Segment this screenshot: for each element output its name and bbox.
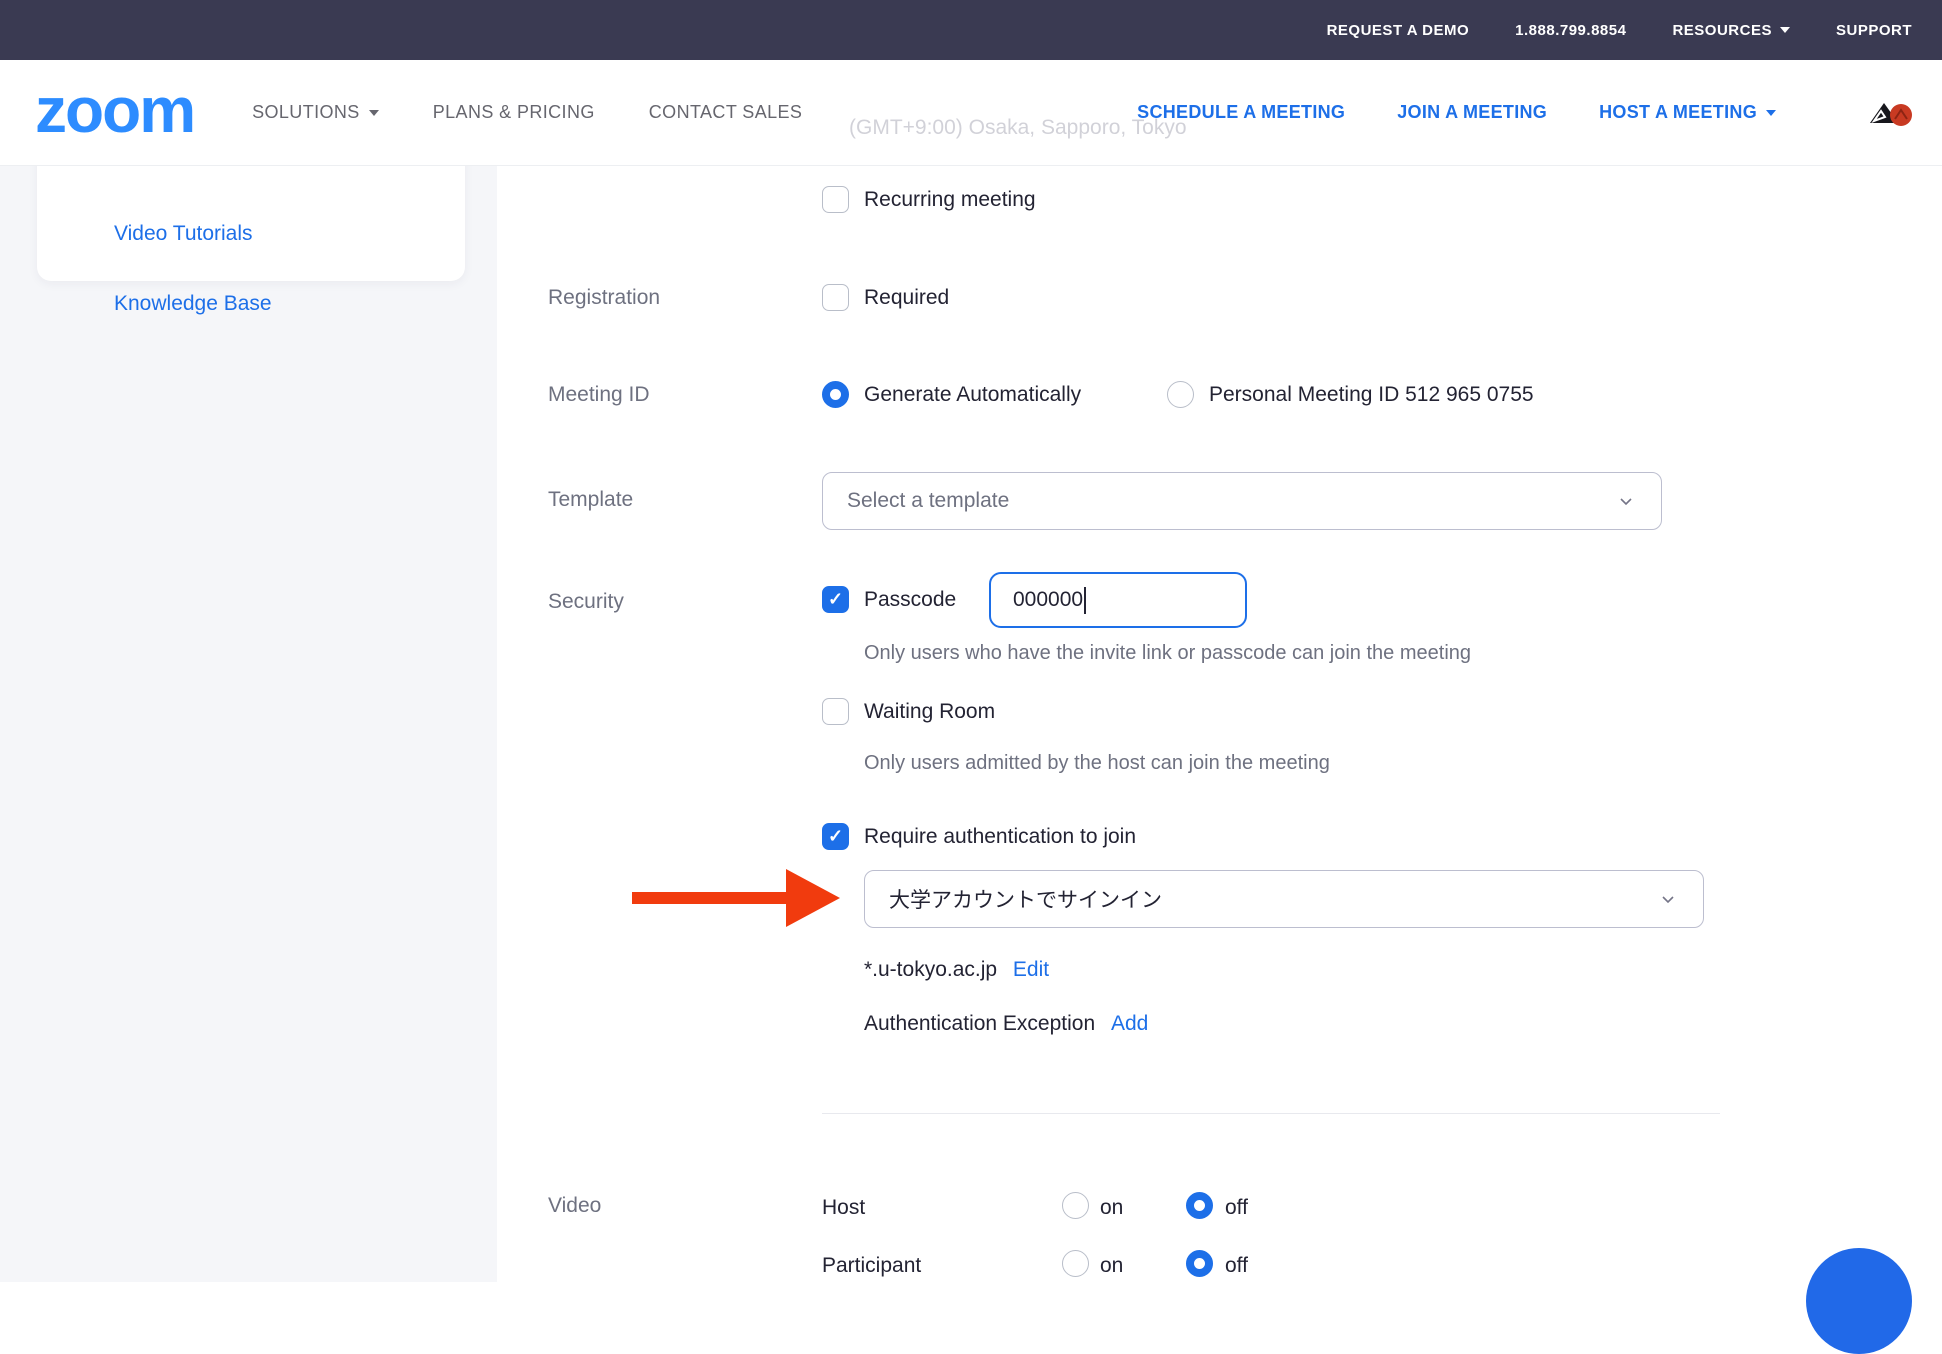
red-arrow-annotation: [628, 866, 842, 930]
security-label: Security: [548, 590, 624, 614]
waiting-room-help-text: Only users admitted by the host can join…: [864, 752, 1330, 775]
chevron-down-icon: [1615, 490, 1637, 512]
host-a-meeting-label: HOST A MEETING: [1599, 102, 1757, 123]
host-video-on-radio[interactable]: [1062, 1192, 1089, 1219]
video-host-label: Host: [822, 1196, 865, 1220]
generate-automatically-radio[interactable]: [822, 381, 849, 408]
participant-video-off-label: off: [1225, 1254, 1248, 1278]
recurring-meeting-label: Recurring meeting: [864, 188, 1036, 212]
text-cursor: [1084, 587, 1086, 614]
authentication-exception-row: Authentication Exception Add: [864, 1012, 1148, 1036]
solutions-label: SOLUTIONS: [252, 102, 360, 123]
waiting-room-checkbox[interactable]: [822, 698, 849, 725]
personal-meeting-id-label: Personal Meeting ID 512 965 0755: [1209, 383, 1534, 407]
sidebar-item-video-tutorials[interactable]: Video Tutorials: [114, 222, 253, 246]
auth-domain-row: *.u-tokyo.ac.jp Edit: [864, 958, 1049, 982]
recurring-meeting-checkbox[interactable]: [822, 186, 849, 213]
nav-actions: SCHEDULE A MEETING JOIN A MEETING HOST A…: [1137, 93, 1914, 133]
template-label: Template: [548, 488, 633, 512]
phone-number[interactable]: 1.888.799.8854: [1515, 22, 1626, 39]
auth-domain-value: *.u-tokyo.ac.jp: [864, 958, 997, 981]
user-avatar[interactable]: [1868, 93, 1914, 133]
join-a-meeting-link[interactable]: JOIN A MEETING: [1397, 102, 1547, 123]
registration-required-checkbox[interactable]: [822, 284, 849, 311]
passcode-checkbox[interactable]: [822, 586, 849, 613]
passcode-value: 000000: [1013, 588, 1083, 612]
waiting-room-label: Waiting Room: [864, 700, 995, 724]
require-authentication-checkbox[interactable]: [822, 823, 849, 850]
participant-video-on-radio[interactable]: [1062, 1250, 1089, 1277]
template-select-value: Select a template: [847, 489, 1009, 513]
passcode-input[interactable]: 000000: [989, 572, 1247, 628]
add-exception-link[interactable]: Add: [1111, 1012, 1148, 1035]
section-divider: [822, 1113, 1720, 1114]
registration-label: Registration: [548, 286, 660, 310]
edit-domain-link[interactable]: Edit: [1013, 958, 1049, 981]
participant-video-on-label: on: [1100, 1254, 1123, 1278]
main-navbar: zoom SOLUTIONS PLANS & PRICING CONTACT S…: [0, 60, 1942, 166]
schedule-a-meeting-link[interactable]: SCHEDULE A MEETING: [1137, 102, 1345, 123]
chevron-down-icon: [1766, 110, 1776, 116]
registration-required-label: Required: [864, 286, 949, 310]
host-video-off-label: off: [1225, 1196, 1248, 1220]
require-authentication-label: Require authentication to join: [864, 825, 1136, 849]
host-video-off-radio[interactable]: [1186, 1192, 1213, 1219]
personal-meeting-id-radio[interactable]: [1167, 381, 1194, 408]
resources-menu[interactable]: RESOURCES: [1672, 22, 1790, 39]
chevron-down-icon: [1657, 888, 1679, 910]
video-label: Video: [548, 1194, 601, 1218]
generate-automatically-label: Generate Automatically: [864, 383, 1081, 407]
video-participant-label: Participant: [822, 1254, 921, 1278]
sidebar-item-knowledge-base[interactable]: Knowledge Base: [114, 292, 272, 316]
nav-item-solutions[interactable]: SOLUTIONS: [252, 102, 379, 123]
authentication-method-select[interactable]: 大学アカウントでサインイン: [864, 870, 1704, 928]
resources-label: RESOURCES: [1672, 22, 1772, 39]
authentication-method-value: 大学アカウントでサインイン: [889, 884, 1162, 914]
passcode-help-text: Only users who have the invite link or p…: [864, 642, 1471, 665]
template-select[interactable]: Select a template: [822, 472, 1662, 530]
passcode-label: Passcode: [864, 588, 956, 612]
request-a-demo-link[interactable]: REQUEST A DEMO: [1327, 22, 1470, 39]
meeting-id-label: Meeting ID: [548, 383, 650, 407]
chevron-down-icon: [1780, 27, 1790, 33]
nav-item-plans-pricing[interactable]: PLANS & PRICING: [433, 102, 595, 123]
participant-video-off-radio[interactable]: [1186, 1250, 1213, 1277]
chevron-down-icon: [369, 110, 379, 116]
zoom-logo[interactable]: zoom: [35, 78, 194, 142]
authentication-exception-label: Authentication Exception: [864, 1012, 1095, 1035]
host-video-on-label: on: [1100, 1196, 1123, 1220]
nav-item-contact-sales[interactable]: CONTACT SALES: [649, 102, 803, 123]
help-chat-button[interactable]: [1806, 1248, 1912, 1354]
topbar: REQUEST A DEMO 1.888.799.8854 RESOURCES …: [0, 0, 1942, 60]
support-link[interactable]: SUPPORT: [1836, 22, 1912, 39]
nav-menu: SOLUTIONS PLANS & PRICING CONTACT SALES: [252, 102, 802, 123]
host-a-meeting-menu[interactable]: HOST A MEETING: [1599, 102, 1776, 123]
